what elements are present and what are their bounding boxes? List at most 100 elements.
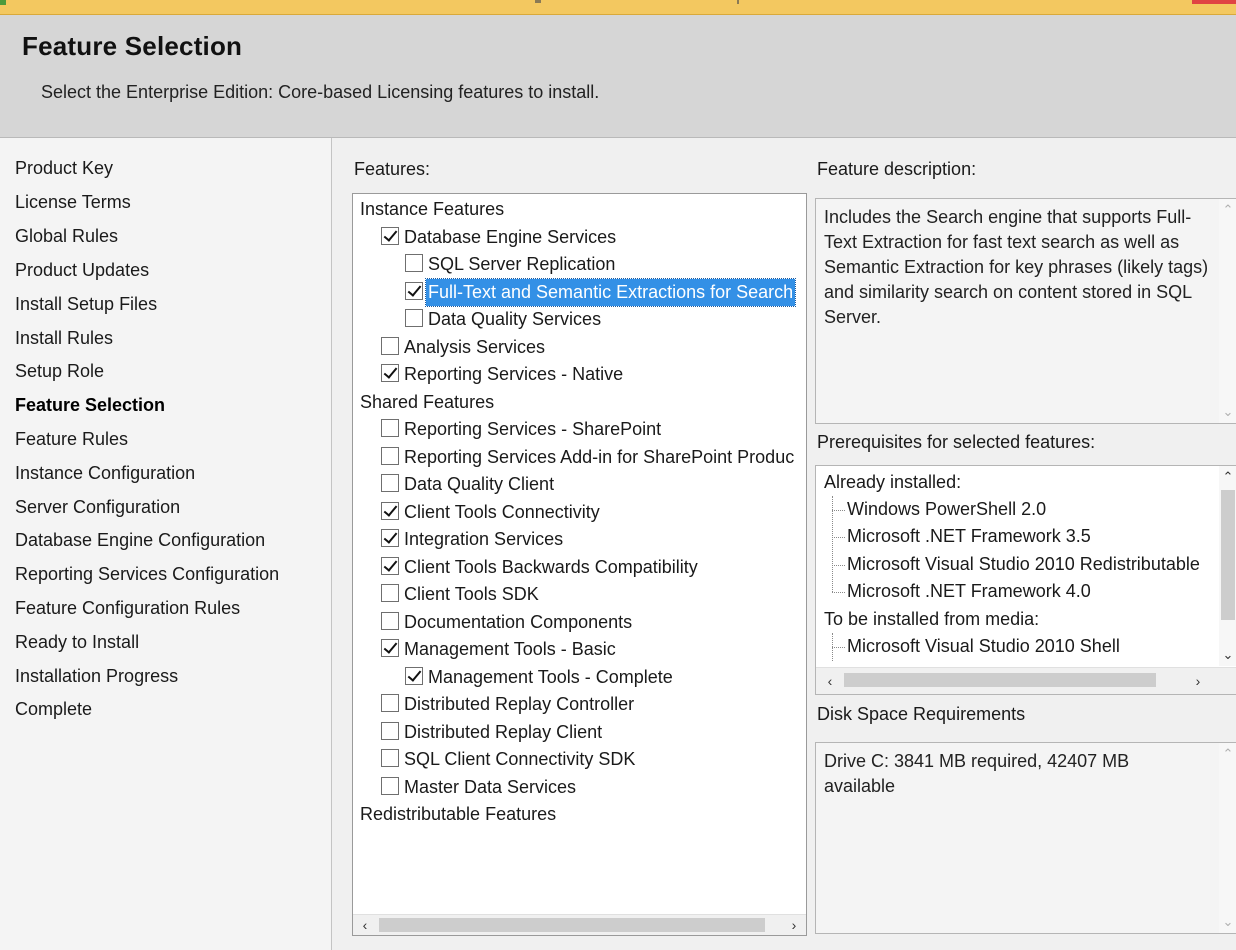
scroll-down-icon[interactable]: ⌄ <box>1219 403 1236 421</box>
scroll-up-icon[interactable]: ⌃ <box>1219 201 1236 219</box>
feature-checkbox[interactable] <box>405 667 423 686</box>
feature-checkbox[interactable] <box>381 694 399 713</box>
scroll-down-icon[interactable]: ⌄ <box>1219 646 1236 664</box>
scroll-left-icon[interactable]: ‹ <box>820 671 840 691</box>
feature-checkbox[interactable] <box>381 364 399 383</box>
feature-checkbox[interactable] <box>381 612 399 631</box>
feature-documentation-components[interactable]: Documentation Components <box>381 609 634 636</box>
description-vertical-scrollbar[interactable]: ⌃ ⌄ <box>1219 199 1236 423</box>
feature-checkbox[interactable] <box>381 639 399 658</box>
features-tree[interactable]: Instance Features Database Engine Servic… <box>352 193 807 936</box>
prereq-to-be-installed-label: To be installed from media: <box>824 609 1040 629</box>
sidebar-item-product-updates[interactable]: Product Updates <box>15 260 149 281</box>
scroll-up-icon[interactable]: ⌃ <box>1219 468 1236 486</box>
prerequisites-horizontal-scrollbar[interactable]: ‹ › <box>816 667 1236 694</box>
feature-data-quality-client[interactable]: Data Quality Client <box>381 471 556 498</box>
scroll-right-icon[interactable]: › <box>784 915 804 935</box>
sidebar-item-feature-selection[interactable]: Feature Selection <box>15 395 165 416</box>
group-instance-features: Instance Features <box>360 199 505 219</box>
close-button[interactable] <box>1192 0 1236 4</box>
feature-integration-services[interactable]: Integration Services <box>381 526 565 553</box>
prereq-item: Microsoft Visual Studio 2010 Redistribut… <box>847 554 1200 574</box>
page-subtitle: Select the Enterprise Edition: Core-base… <box>41 82 600 102</box>
feature-analysis-services[interactable]: Analysis Services <box>381 334 547 361</box>
sidebar-item-server-configuration[interactable]: Server Configuration <box>15 497 180 518</box>
feature-master-data-services[interactable]: Master Data Services <box>381 774 578 801</box>
scroll-right-icon[interactable]: › <box>1188 671 1208 691</box>
features-label: Features: <box>354 159 431 179</box>
sidebar-item-license-terms[interactable]: License Terms <box>15 192 131 213</box>
feature-checkbox[interactable] <box>381 447 399 466</box>
prerequisites-tree[interactable]: Already installed: Windows PowerShell 2.… <box>815 465 1236 695</box>
sidebar-item-instance-configuration[interactable]: Instance Configuration <box>15 463 195 484</box>
feature-checkbox[interactable] <box>381 777 399 796</box>
tree-connector <box>832 647 845 648</box>
sidebar-item-global-rules[interactable]: Global Rules <box>15 226 118 247</box>
sidebar-item-reporting-services-configuration[interactable]: Reporting Services Configuration <box>15 564 279 585</box>
scrollbar-thumb[interactable] <box>1221 490 1235 620</box>
feature-management-tools-complete[interactable]: Management Tools - Complete <box>405 664 675 691</box>
sidebar-item-installation-progress[interactable]: Installation Progress <box>15 666 178 687</box>
group-shared-features: Shared Features <box>360 392 495 412</box>
feature-checkbox[interactable] <box>381 227 399 246</box>
disk-vertical-scrollbar[interactable]: ⌃ ⌄ <box>1219 743 1236 933</box>
features-horizontal-scrollbar[interactable]: ‹ › <box>353 914 806 935</box>
sidebar-item-setup-role[interactable]: Setup Role <box>15 361 104 382</box>
sidebar-item-feature-configuration-rules[interactable]: Feature Configuration Rules <box>15 598 240 619</box>
feature-client-tools-backwards-compatibility[interactable]: Client Tools Backwards Compatibility <box>381 554 700 581</box>
sidebar-item-install-setup-files[interactable]: Install Setup Files <box>15 294 157 315</box>
feature-checkbox[interactable] <box>405 309 423 328</box>
tree-connector <box>832 510 845 511</box>
window-titlebar <box>0 0 1236 15</box>
feature-database-engine-services[interactable]: Database Engine Services <box>381 224 618 251</box>
sidebar-item-install-rules[interactable]: Install Rules <box>15 328 113 349</box>
disk-space-label: Disk Space Requirements <box>817 704 1026 724</box>
scrollbar-thumb[interactable] <box>844 673 1156 687</box>
feature-checkbox[interactable] <box>405 282 423 301</box>
feature-description-label: Feature description: <box>817 159 977 179</box>
feature-full-text-semantic-extractions[interactable]: Full-Text and Semantic Extractions for S… <box>405 278 797 307</box>
feature-distributed-replay-client[interactable]: Distributed Replay Client <box>381 719 604 746</box>
prerequisites-label: Prerequisites for selected features: <box>817 432 1096 452</box>
feature-sql-client-connectivity-sdk[interactable]: SQL Client Connectivity SDK <box>381 746 637 773</box>
feature-reporting-services-sharepoint[interactable]: Reporting Services - SharePoint <box>381 416 663 443</box>
feature-checkbox[interactable] <box>381 529 399 548</box>
feature-client-tools-connectivity[interactable]: Client Tools Connectivity <box>381 499 602 526</box>
feature-checkbox[interactable] <box>381 474 399 493</box>
feature-sql-server-replication[interactable]: SQL Server Replication <box>405 251 617 278</box>
sidebar-item-product-key[interactable]: Product Key <box>15 158 113 179</box>
feature-distributed-replay-controller[interactable]: Distributed Replay Controller <box>381 691 636 718</box>
prereq-item: Microsoft Visual Studio 2010 Shell <box>847 636 1120 656</box>
feature-checkbox[interactable] <box>405 254 423 273</box>
feature-client-tools-sdk[interactable]: Client Tools SDK <box>381 581 541 608</box>
title-text-fragment <box>737 0 739 4</box>
sidebar-item-ready-to-install[interactable]: Ready to Install <box>15 632 139 653</box>
feature-description-box: Includes the Search engine that supports… <box>815 198 1236 424</box>
prereq-item: Windows PowerShell 2.0 <box>847 499 1047 519</box>
feature-checkbox[interactable] <box>381 502 399 521</box>
scroll-left-icon[interactable]: ‹ <box>355 915 375 935</box>
sidebar-item-database-engine-configuration[interactable]: Database Engine Configuration <box>15 530 265 551</box>
feature-reporting-services-native[interactable]: Reporting Services - Native <box>381 361 625 388</box>
scroll-up-icon[interactable]: ⌃ <box>1219 745 1236 763</box>
scroll-down-icon[interactable]: ⌄ <box>1219 913 1236 931</box>
prereq-item: Microsoft .NET Framework 4.0 <box>847 581 1091 601</box>
feature-checkbox[interactable] <box>381 419 399 438</box>
feature-checkbox[interactable] <box>381 557 399 576</box>
feature-management-tools-basic[interactable]: Management Tools - Basic <box>381 636 618 663</box>
tree-connector <box>832 592 845 593</box>
sidebar-item-feature-rules[interactable]: Feature Rules <box>15 429 128 450</box>
page-title: Feature Selection <box>22 31 243 61</box>
feature-checkbox[interactable] <box>381 749 399 768</box>
feature-checkbox[interactable] <box>381 584 399 603</box>
sidebar-item-complete[interactable]: Complete <box>15 699 92 720</box>
feature-checkbox[interactable] <box>381 337 399 356</box>
feature-checkbox[interactable] <box>381 722 399 741</box>
feature-data-quality-services[interactable]: Data Quality Services <box>405 306 603 333</box>
main-content: Features: Instance Features Database Eng… <box>332 138 1236 950</box>
prerequisites-vertical-scrollbar[interactable]: ⌃ ⌄ <box>1219 466 1236 666</box>
feature-description-text: Includes the Search engine that supports… <box>824 207 1209 327</box>
feature-reporting-services-addin[interactable]: Reporting Services Add-in for SharePoint… <box>381 444 796 471</box>
disk-space-text: Drive C: 3841 MB required, 42407 MB avai… <box>824 751 1130 796</box>
scrollbar-thumb[interactable] <box>379 918 765 932</box>
